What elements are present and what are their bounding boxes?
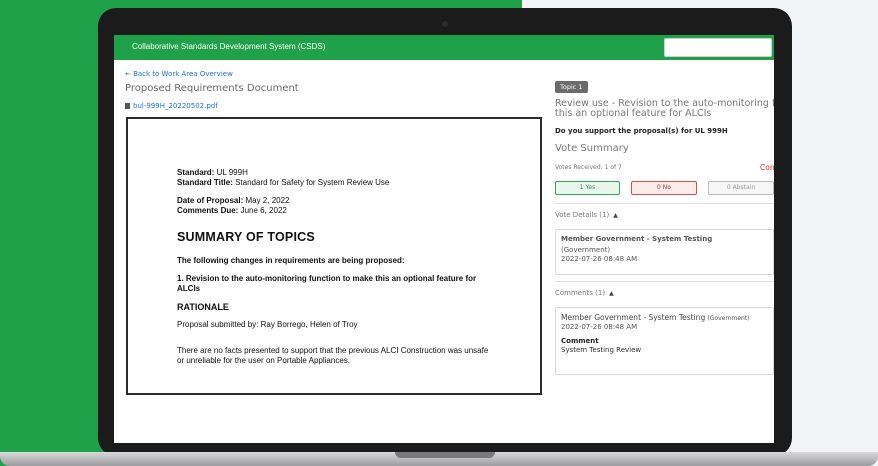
- con-label: Con: [760, 163, 774, 172]
- back-to-work-area-link[interactable]: ← Back to Work Area Overview: [125, 70, 233, 78]
- file-name: bul-999H_20220502.pdf: [133, 102, 218, 110]
- support-question: Do you support the proposal(s) for UL 99…: [555, 127, 728, 135]
- comment-card: Member Government - System Testing (Gove…: [555, 307, 774, 375]
- rationale-heading: RATIONALE: [177, 302, 229, 312]
- right-panel: Topic 1 Review use - Revision to the aut…: [555, 35, 774, 443]
- divider: [555, 203, 774, 204]
- comment-member-name: Member Government - System Testing: [561, 313, 706, 322]
- changes-intro: The following changes in requirements ar…: [177, 256, 405, 265]
- topic-title: Review use - Revision to the auto-monito…: [555, 98, 774, 119]
- laptop-frame: Collaborative Standards Development Syst…: [98, 8, 792, 456]
- standard-title-label: Standard Title:: [177, 178, 233, 187]
- document-viewer[interactable]: Standard: UL 999H Standard Title: Standa…: [126, 117, 542, 395]
- vote-member-role: (Government): [561, 246, 611, 254]
- file-icon: [125, 103, 130, 109]
- caret-up-icon: ▲: [609, 290, 614, 297]
- due-value: June 6, 2022: [240, 206, 287, 215]
- app-title: Collaborative Standards Development Syst…: [132, 42, 326, 51]
- no-vote-button[interactable]: 0 No: [631, 181, 697, 195]
- vote-member-name: Member Government - System Testing: [561, 235, 713, 243]
- topic-badge: Topic 1: [555, 81, 588, 93]
- standard-label: Standard:: [177, 168, 215, 177]
- yes-vote-button[interactable]: 1 Yes: [555, 181, 620, 195]
- comment-text: System Testing Review: [561, 346, 642, 354]
- comments-label: Comments (1): [555, 289, 606, 297]
- page-title: Proposed Requirements Document: [125, 83, 299, 94]
- vote-summary-title: Vote Summary: [555, 143, 629, 154]
- laptop-screen: Collaborative Standards Development Syst…: [114, 35, 774, 443]
- due-label: Comments Due:: [177, 206, 239, 215]
- topic-item-1: 1. Revision to the auto-monitoring funct…: [177, 274, 477, 293]
- votes-received: Votes Received: 1 of 7: [555, 164, 622, 171]
- date-label: Date of Proposal:: [177, 196, 244, 205]
- date-value: May 2, 2022: [245, 196, 290, 205]
- comments-toggle[interactable]: Comments (1) ▲: [555, 289, 614, 297]
- standard-value: UL 999H: [216, 168, 248, 177]
- camera-icon: [442, 21, 448, 27]
- vote-timestamp: 2022-07-26 08:48 AM: [561, 255, 638, 263]
- comment-heading: Comment: [561, 337, 599, 345]
- abstain-vote-button[interactable]: 0 Abstain: [708, 181, 774, 195]
- laptop-base-notch: [395, 452, 495, 458]
- summary-heading: SUMMARY OF TOPICS: [177, 230, 315, 244]
- vote-details-label: Vote Details (1): [555, 211, 610, 219]
- standard-title-value: Standard for Safety for System Review Us…: [235, 178, 390, 187]
- divider: [555, 281, 774, 282]
- rationale-paragraph: There are no facts presented to support …: [177, 346, 489, 365]
- comment-timestamp: 2022-07-26 08:48 AM: [561, 323, 638, 331]
- comment-member-role: (Government): [707, 315, 750, 322]
- pdf-file-link[interactable]: bul-999H_20220502.pdf: [125, 102, 218, 110]
- vote-details-toggle[interactable]: Vote Details (1) ▲: [555, 211, 618, 219]
- document-content: Standard: UL 999H Standard Title: Standa…: [177, 168, 497, 366]
- caret-up-icon: ▲: [613, 212, 618, 219]
- submitted-by: Proposal submitted by: Ray Borrego, Hele…: [177, 320, 358, 329]
- vote-detail-card: Member Government - System Testing (Gove…: [555, 229, 774, 275]
